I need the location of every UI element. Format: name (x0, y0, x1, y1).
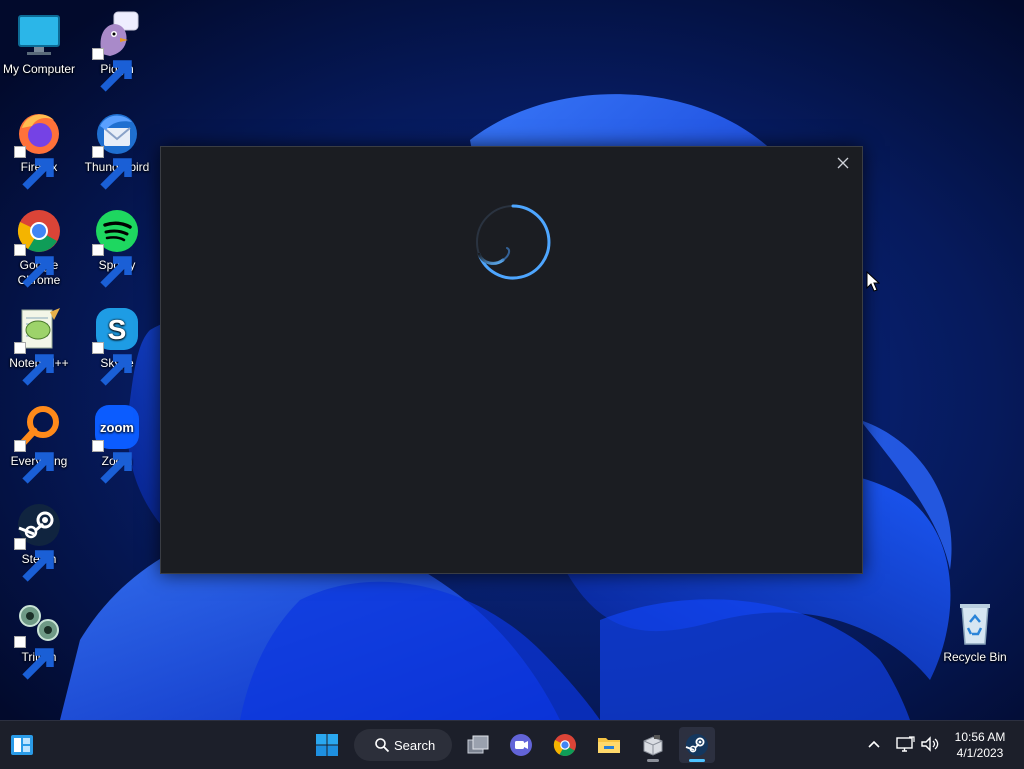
thunderbird-icon (92, 108, 142, 190)
desktop-icon-trillian[interactable]: Trillian (0, 594, 78, 684)
desktop-icon-label: Recycle Bin (943, 650, 1007, 664)
clock-date: 4/1/2023 (956, 746, 1004, 760)
mouse-cursor-icon (866, 271, 880, 292)
desktop-icon-steam[interactable]: Steam (0, 496, 78, 586)
loading-spinner-icon (476, 204, 551, 280)
windows-start-icon (316, 734, 338, 756)
notepadpp-icon (14, 304, 64, 386)
taskbar-widgets[interactable] (4, 727, 40, 763)
recycle-bin-icon (950, 598, 1000, 648)
taskbar-app[interactable] (635, 727, 671, 763)
close-button[interactable] (830, 151, 856, 175)
chevron-up-icon (868, 740, 880, 748)
desktop-icon-recycle-bin[interactable]: Recycle Bin (936, 594, 1014, 684)
taskbar-task-view[interactable] (460, 727, 496, 763)
skype-icon: S (92, 304, 142, 386)
shortcut-arrow-icon (92, 48, 132, 92)
tray-overflow-button[interactable] (863, 733, 885, 755)
my-computer-icon (14, 10, 64, 60)
tray-volume[interactable] (919, 733, 941, 755)
chat-icon (510, 734, 532, 756)
shortcut-arrow-icon (14, 244, 54, 288)
task-view-icon (467, 735, 489, 754)
shortcut-arrow-icon (14, 636, 54, 680)
desktop-icon-label: My Computer (2, 62, 76, 76)
desktop-icon-firefox[interactable]: Firefox (0, 104, 78, 194)
folder-icon (598, 738, 620, 753)
desktop-icon-spotify[interactable]: Spotify (78, 202, 156, 292)
network-icon (896, 736, 915, 752)
chrome-icon (553, 734, 576, 756)
skype-logo-letter: S (108, 314, 127, 345)
desktop-icon-notepadpp[interactable]: Notepad++ (0, 300, 78, 390)
clock-time: 10:56 AM (954, 730, 1006, 744)
taskbar-chat[interactable] (503, 727, 539, 763)
desktop-icon-thunderbird[interactable]: Thunderbird (78, 104, 156, 194)
package-icon (643, 735, 663, 756)
shortcut-arrow-icon (92, 146, 132, 190)
steam-icon (14, 500, 64, 582)
desktop-icon-everything[interactable]: Everything (0, 398, 78, 488)
taskbar-steam[interactable] (679, 727, 715, 763)
shortcut-arrow-icon (14, 538, 54, 582)
desktop-icon-chrome[interactable]: Google Chrome (0, 202, 78, 292)
trillian-icon (14, 598, 64, 680)
desktop-icon-zoom[interactable]: zoom Zoom (78, 398, 156, 488)
active-indicator (689, 759, 705, 762)
chrome-icon (14, 206, 64, 288)
shortcut-arrow-icon (14, 146, 54, 190)
firefox-icon (14, 108, 64, 190)
shortcut-arrow-icon (92, 244, 132, 288)
desktop-icon-my-computer[interactable]: My Computer (0, 6, 78, 96)
search-label: Search (394, 737, 436, 753)
volume-icon (921, 736, 939, 752)
taskbar-file-explorer[interactable] (591, 727, 627, 763)
zoom-logo-text: zoom (100, 420, 134, 435)
shortcut-arrow-icon (14, 440, 54, 484)
zoom-icon: zoom (92, 402, 142, 484)
shortcut-arrow-icon (92, 440, 132, 484)
desktop-icon-pidgin[interactable]: Pidgin (78, 6, 156, 96)
shortcut-arrow-icon (14, 342, 54, 386)
steam-icon (685, 734, 708, 756)
spotify-icon (92, 206, 142, 288)
loading-dialog (160, 146, 863, 574)
close-icon (837, 157, 849, 169)
pidgin-icon (92, 10, 142, 92)
taskbar-clock[interactable]: 10:56 AM 4/1/2023 (946, 729, 1014, 761)
tray-network[interactable] (894, 733, 916, 755)
desktop-icon-skype[interactable]: S Skype (78, 300, 156, 390)
everything-icon (14, 402, 64, 484)
taskbar-start[interactable] (309, 727, 345, 763)
widgets-icon (11, 735, 33, 755)
taskbar-chrome[interactable] (547, 727, 583, 763)
taskbar-search[interactable]: Search (354, 729, 452, 761)
search-icon (375, 738, 390, 753)
running-indicator (647, 759, 659, 762)
shortcut-arrow-icon (92, 342, 132, 386)
taskbar: Search 10:56 AM 4/1/2023 (0, 720, 1024, 769)
